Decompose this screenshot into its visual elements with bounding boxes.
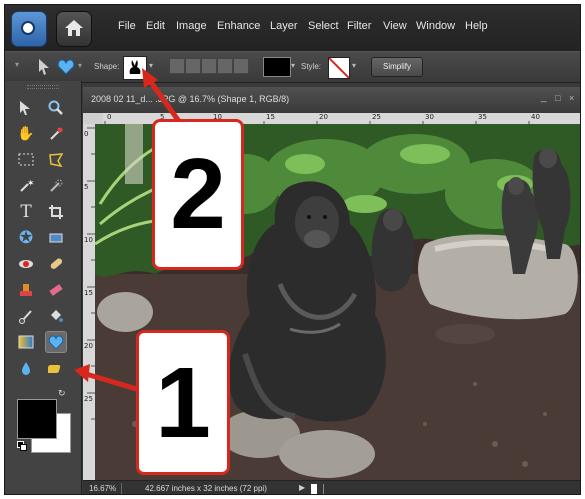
callout-one: 1 [136, 330, 230, 475]
foreground-color-swatch[interactable] [17, 399, 57, 439]
annotation-arrows [74, 68, 181, 393]
callout-two: 2 [152, 119, 244, 270]
